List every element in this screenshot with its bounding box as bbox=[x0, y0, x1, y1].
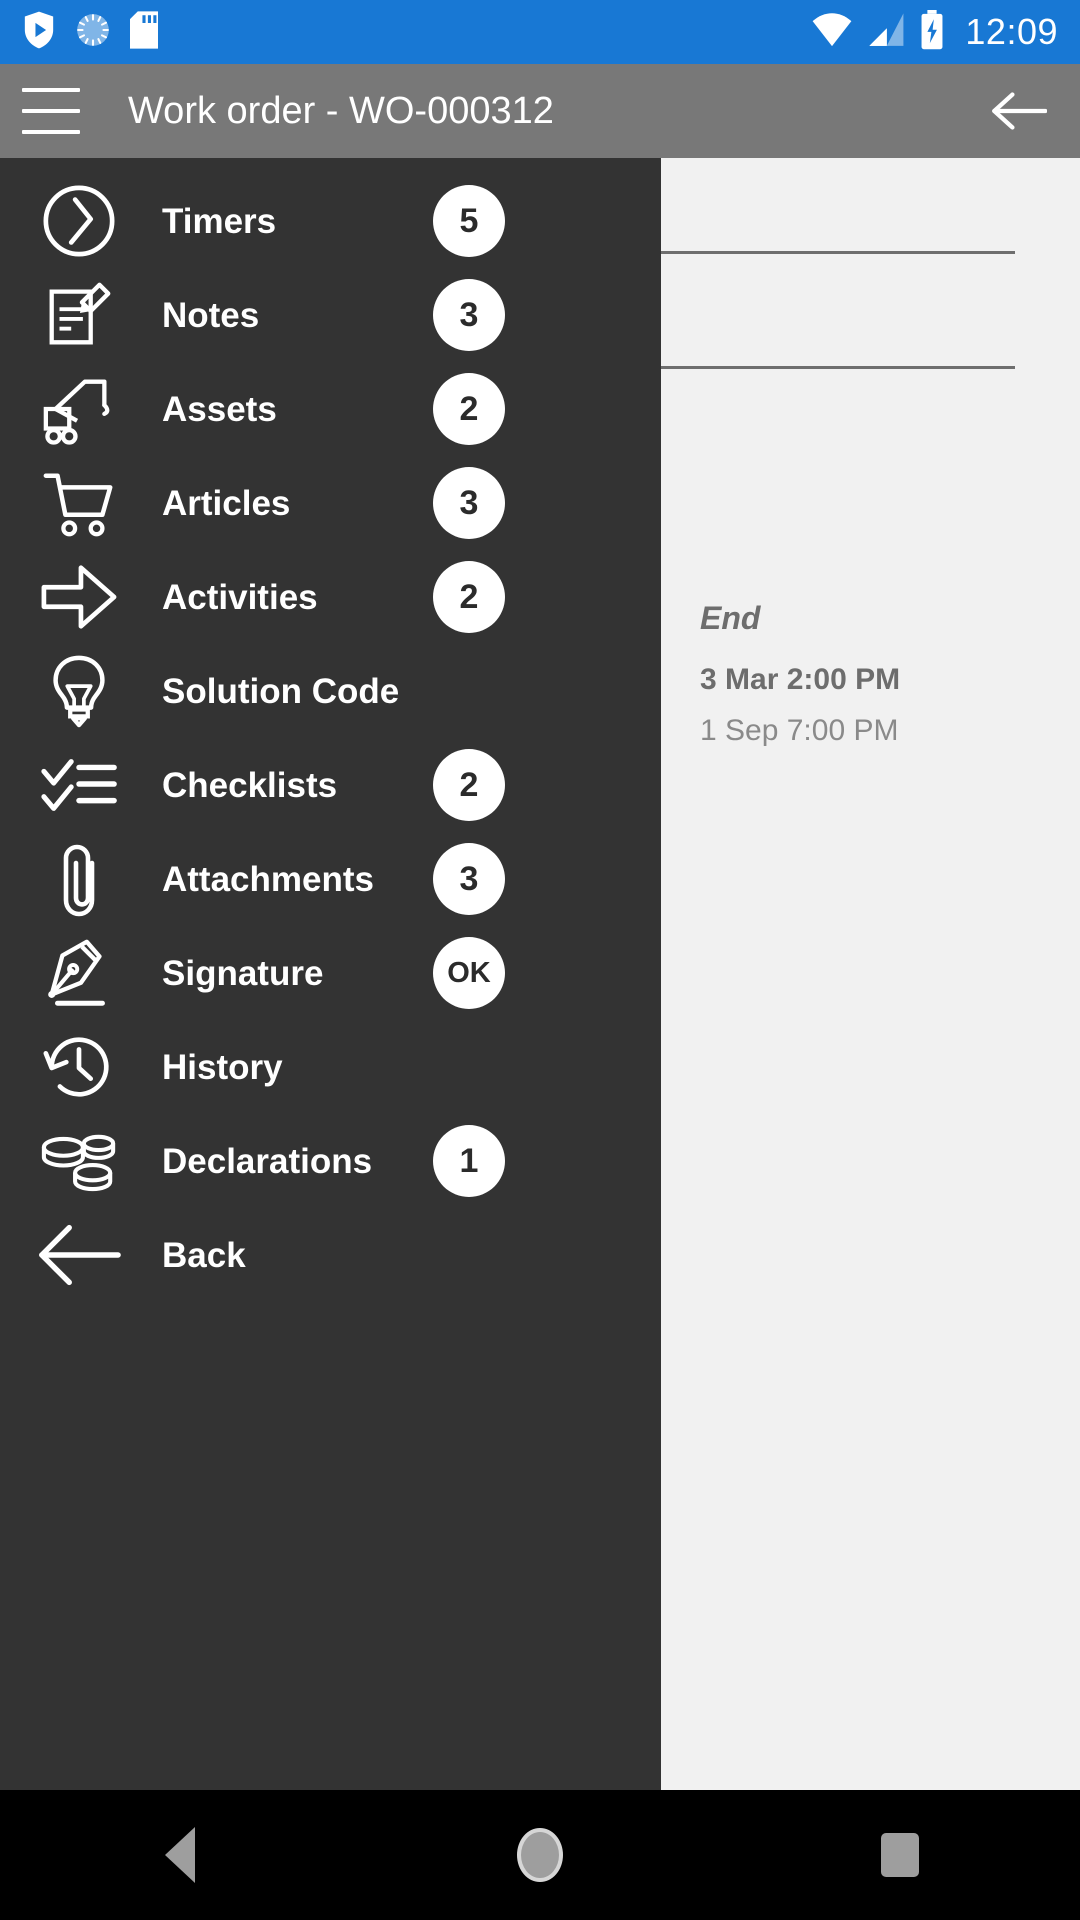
status-bar-left-icons bbox=[22, 10, 158, 55]
drawer-item-label: Checklists bbox=[162, 765, 338, 805]
drawer-item-notes[interactable]: Notes 3 bbox=[0, 268, 661, 362]
drawer-item-checklists[interactable]: Checklists 2 bbox=[0, 738, 661, 832]
drawer-item-activities[interactable]: Activities 2 bbox=[0, 550, 661, 644]
drawer-item-signature[interactable]: Signature OK bbox=[0, 926, 661, 1020]
arrow-right-block-icon bbox=[24, 550, 134, 644]
drawer-item-history[interactable]: History bbox=[0, 1020, 661, 1114]
page-title: Work order - WO-000312 bbox=[128, 90, 554, 132]
arrow-left-icon[interactable] bbox=[988, 80, 1050, 142]
arrow-left-long-icon bbox=[24, 1208, 134, 1302]
clock-icon bbox=[24, 174, 134, 268]
sync-spinner-icon bbox=[74, 11, 112, 54]
drawer-item-label: Solution Code bbox=[162, 671, 400, 711]
drawer-item-badge: 3 bbox=[433, 279, 505, 351]
checklist-icon bbox=[24, 738, 134, 832]
nav-back-triangle-icon[interactable] bbox=[0, 1790, 360, 1920]
status-bar-clock: 12:09 bbox=[965, 11, 1058, 52]
hamburger-icon[interactable] bbox=[22, 88, 80, 134]
end-date-primary: 3 Mar 2:00 PM bbox=[700, 663, 901, 696]
lightbulb-icon bbox=[24, 644, 134, 738]
paperclip-icon bbox=[24, 832, 134, 926]
end-label: End bbox=[700, 600, 761, 636]
status-bar-right-icons: 12:09 bbox=[811, 9, 1058, 55]
android-nav-bar bbox=[0, 1790, 1080, 1920]
wifi-icon bbox=[811, 12, 853, 53]
nav-recents-square-icon[interactable] bbox=[720, 1790, 1080, 1920]
drawer-item-assets[interactable]: Assets 2 bbox=[0, 362, 661, 456]
crane-icon bbox=[24, 362, 134, 456]
drawer-item-label: Assets bbox=[162, 389, 277, 429]
drawer-item-badge: 3 bbox=[433, 843, 505, 915]
drawer-item-badge: 5 bbox=[433, 185, 505, 257]
drawer-item-badge: 3 bbox=[433, 467, 505, 539]
cell-signal-icon bbox=[867, 12, 905, 53]
drawer-item-badge: 2 bbox=[433, 373, 505, 445]
nav-home-circle-icon[interactable] bbox=[360, 1790, 720, 1920]
drawer-item-list: Timers 5 Notes 3 Assets 2 Articles 3 Act… bbox=[0, 158, 661, 1302]
note-edit-icon bbox=[24, 268, 134, 362]
sd-card-icon bbox=[130, 10, 158, 54]
detail-divider bbox=[661, 251, 1015, 254]
drawer-item-label: History bbox=[162, 1047, 283, 1087]
drawer-item-solution-code[interactable]: Solution Code bbox=[0, 644, 661, 738]
shopping-cart-icon bbox=[24, 456, 134, 550]
drawer-item-attachments[interactable]: Attachments 3 bbox=[0, 832, 661, 926]
end-section: End 3 Mar 2:00 PM 1 Sep 7:00 PM bbox=[700, 598, 1030, 750]
drawer-item-label: Signature bbox=[162, 953, 324, 993]
content-area: End 3 Mar 2:00 PM 1 Sep 7:00 PM Timers 5… bbox=[0, 158, 1080, 1790]
drawer-item-label: Timers bbox=[162, 201, 277, 241]
drawer-item-badge: OK bbox=[433, 937, 505, 1009]
history-icon bbox=[24, 1020, 134, 1114]
status-bar: 12:09 bbox=[0, 0, 1080, 64]
app-bar: Work order - WO-000312 bbox=[0, 64, 1080, 158]
drawer-item-back[interactable]: Back bbox=[0, 1208, 661, 1302]
detail-divider bbox=[661, 366, 1015, 369]
drawer-item-label: Declarations bbox=[162, 1141, 373, 1181]
drawer-item-label: Attachments bbox=[162, 859, 374, 899]
drawer-item-label: Articles bbox=[162, 483, 291, 523]
drawer-item-badge: 2 bbox=[433, 749, 505, 821]
phone-screen: 12:09 Work order - WO-000312 End 3 Mar 2… bbox=[0, 0, 1080, 1920]
drawer-item-badge: 1 bbox=[433, 1125, 505, 1197]
fountain-pen-icon bbox=[24, 926, 134, 1020]
drawer-item-articles[interactable]: Articles 3 bbox=[0, 456, 661, 550]
battery-charging-icon bbox=[919, 9, 945, 55]
drawer-item-label: Activities bbox=[162, 577, 318, 617]
navigation-drawer: Timers 5 Notes 3 Assets 2 Articles 3 Act… bbox=[0, 158, 661, 1790]
drawer-item-label: Notes bbox=[162, 295, 260, 335]
drawer-item-label: Back bbox=[162, 1235, 246, 1275]
shield-play-icon bbox=[22, 10, 56, 55]
coins-icon bbox=[24, 1114, 134, 1208]
end-date-secondary: 1 Sep 7:00 PM bbox=[700, 714, 899, 747]
drawer-item-badge: 2 bbox=[433, 561, 505, 633]
drawer-item-declarations[interactable]: Declarations 1 bbox=[0, 1114, 661, 1208]
drawer-item-timers[interactable]: Timers 5 bbox=[0, 174, 661, 268]
